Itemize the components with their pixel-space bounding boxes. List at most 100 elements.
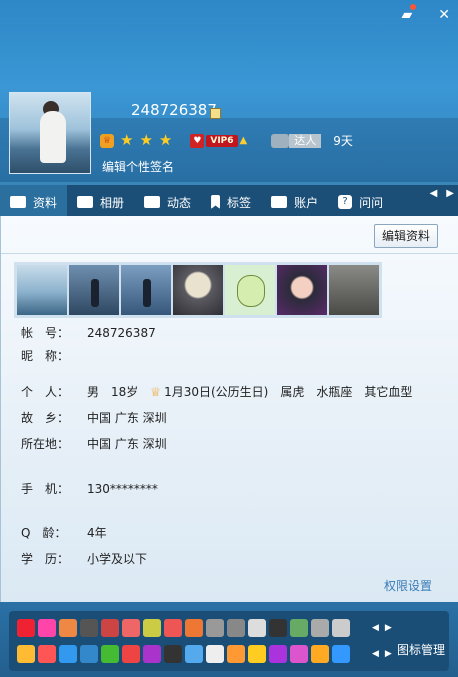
vip-badge[interactable]: ♥ VIP6 ▲ — [190, 133, 247, 148]
photo-album-icon — [77, 196, 94, 208]
service-icon[interactable] — [248, 645, 266, 663]
service-icon[interactable] — [38, 619, 56, 637]
tab-label: 账户 — [294, 195, 319, 210]
close-icon[interactable]: ✕ — [438, 7, 450, 23]
tab-label: 资料 — [33, 195, 58, 210]
field-label: 故 乡： — [21, 411, 70, 425]
avatar[interactable] — [9, 92, 91, 174]
icon-panel: ◀ ▶ ◀ ▶ 图标管理 — [9, 611, 449, 671]
chevron-right-icon[interactable]: ▶ — [385, 649, 392, 659]
service-icon[interactable] — [311, 619, 329, 637]
chevron-left-icon[interactable]: ◀ — [372, 649, 379, 659]
star-icon[interactable]: ★ — [120, 133, 133, 148]
avatar-person — [40, 111, 66, 163]
tab-wenwen[interactable]: ? 问问 — [328, 185, 393, 219]
photo-thumbnail[interactable] — [69, 265, 119, 315]
photo-figure — [143, 279, 151, 307]
service-icon[interactable] — [269, 619, 287, 637]
chevron-left-icon[interactable]: ◀ — [372, 623, 379, 633]
blood-type: 其它血型 — [364, 385, 413, 399]
icon-toolbar: ◀ ▶ ◀ ▶ 图标管理 — [0, 602, 458, 677]
field-nickname: 昵 称： — [21, 347, 87, 364]
crown-icon[interactable]: ♕ — [100, 133, 114, 148]
notification-dot — [410, 4, 417, 10]
photo-thumbnail[interactable] — [17, 265, 67, 315]
tab-info[interactable]: 资料 — [0, 185, 68, 219]
icon-row-1-nav: ◀ ▶ — [372, 623, 392, 633]
tab-album[interactable]: 相册 — [67, 185, 134, 219]
tab-account[interactable]: 账户 — [261, 185, 328, 219]
field-hometown: 故 乡： 中国 广东 深圳 — [21, 409, 167, 426]
zodiac: 属虎 — [280, 385, 305, 399]
tab-bar: 资料 相册 动态 标签 账户 ? 问问 — [0, 182, 458, 219]
service-icon[interactable] — [227, 645, 245, 663]
photo-thumbnail[interactable] — [121, 265, 171, 315]
edit-profile-button[interactable]: 编辑资料 — [373, 224, 438, 248]
signature-field[interactable]: 编辑个性签名 — [102, 158, 174, 175]
service-icon[interactable] — [332, 645, 350, 663]
people-icon — [271, 133, 290, 148]
icon-manage-button[interactable]: 图标管理 — [397, 641, 445, 658]
birthday-crown-icon: ♕ — [150, 384, 162, 399]
service-icon[interactable] — [227, 619, 245, 637]
service-icon[interactable] — [164, 645, 182, 663]
service-icon[interactable] — [38, 645, 56, 663]
service-icon[interactable] — [17, 645, 35, 663]
icon-row-2-nav: ◀ ▶ — [372, 649, 392, 659]
permission-settings-link[interactable]: 权限设置 — [384, 577, 432, 594]
service-icon[interactable] — [17, 619, 35, 637]
service-icon[interactable] — [332, 619, 350, 637]
service-icon[interactable] — [206, 645, 224, 663]
photo-thumbnail[interactable] — [225, 265, 275, 315]
service-icon[interactable] — [185, 619, 203, 637]
tab-feed[interactable]: 动态 — [134, 185, 201, 219]
id-card-icon — [10, 196, 26, 208]
service-icon[interactable] — [164, 619, 182, 637]
service-icon[interactable] — [185, 645, 203, 663]
tab-tags[interactable]: 标签 — [201, 185, 261, 219]
badge-row: ♕ ★ ★ ★ ♥ VIP6 ▲ 达人 9天 — [100, 132, 353, 149]
chevron-left-icon[interactable]: ◀ — [430, 188, 438, 199]
service-icon[interactable] — [80, 619, 98, 637]
star-icon[interactable]: ★ — [159, 133, 172, 148]
service-icon[interactable] — [101, 645, 119, 663]
shirt-skin-icon[interactable]: ▰ — [401, 4, 417, 23]
photo-thumbnail[interactable] — [277, 265, 327, 315]
vip-level: VIP6 — [206, 134, 238, 147]
photo-thumbnail[interactable] — [329, 265, 379, 315]
field-label: 所在地： — [21, 437, 70, 451]
service-icon[interactable] — [311, 645, 329, 663]
profile-window: ▰ ✕ 248726387 ♕ ★ ★ ★ ♥ VIP6 ▲ 达人 9天 编辑个… — [0, 0, 458, 677]
tab-scroll: ◀ ▶ — [430, 188, 454, 199]
field-label: 手 机： — [21, 482, 70, 496]
edit-remark-icon[interactable] — [210, 108, 221, 119]
photo-thumbnail[interactable] — [173, 265, 223, 315]
service-icon[interactable] — [143, 619, 161, 637]
service-icon[interactable] — [290, 645, 308, 663]
qq-number: 248726387 — [131, 101, 217, 119]
field-value: 中国 广东 深圳 — [87, 411, 167, 425]
icon-row-1 — [17, 619, 350, 637]
chevron-right-icon[interactable]: ▶ — [385, 623, 392, 633]
daren-badge[interactable]: 达人 — [271, 133, 322, 148]
service-icon[interactable] — [290, 619, 308, 637]
service-icon[interactable] — [122, 645, 140, 663]
field-account: 帐 号： 248726387 — [21, 324, 156, 341]
service-icon[interactable] — [59, 619, 77, 637]
star-icon[interactable]: ★ — [139, 133, 152, 148]
service-icon[interactable] — [122, 619, 140, 637]
service-icon[interactable] — [248, 619, 266, 637]
service-icon[interactable] — [59, 645, 77, 663]
service-icon[interactable] — [143, 645, 161, 663]
field-education: 学 历： 小学及以下 — [21, 550, 147, 567]
field-value: 男 18岁 ♕ 1月30日(公历生日) 属虎 水瓶座 其它血型 — [87, 383, 412, 400]
field-value: 130******** — [87, 481, 158, 496]
service-icon[interactable] — [206, 619, 224, 637]
field-label: 学 历： — [21, 552, 70, 566]
service-icon[interactable] — [101, 619, 119, 637]
chevron-right-icon[interactable]: ▶ — [446, 188, 454, 199]
service-icon[interactable] — [80, 645, 98, 663]
field-personal: 个 人： 男 18岁 ♕ 1月30日(公历生日) 属虎 水瓶座 其它血型 — [21, 383, 412, 400]
service-icon[interactable] — [269, 645, 287, 663]
cartoon-face — [237, 275, 265, 307]
